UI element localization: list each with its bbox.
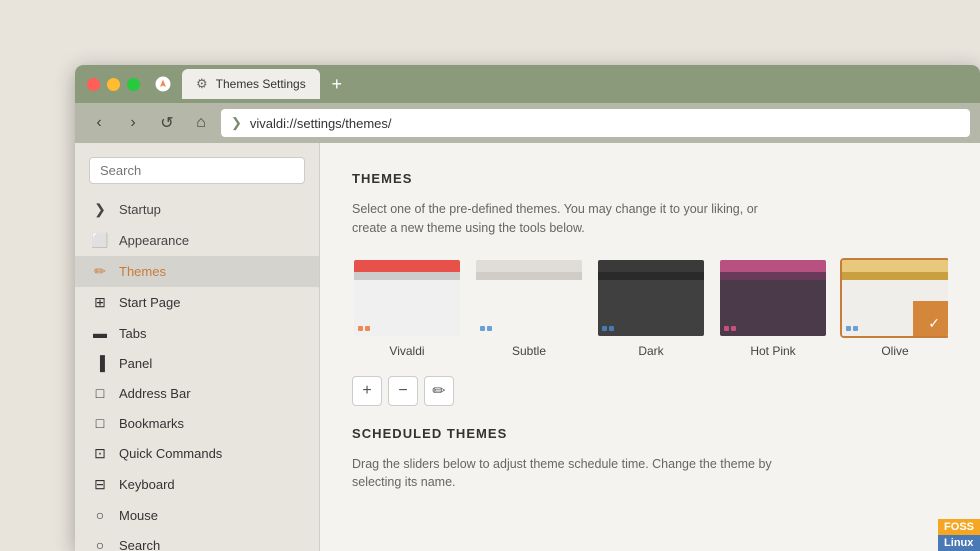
sidebar-item-label-quick-commands: Quick Commands <box>119 446 222 461</box>
theme-name-subtle: Subtle <box>512 344 546 358</box>
scheduled-section-desc: Drag the sliders below to adjust theme s… <box>352 455 948 493</box>
start-page-icon: ⊞ <box>91 294 109 311</box>
add-theme-button[interactable]: + <box>352 376 382 406</box>
theme-card-hotpink[interactable]: Hot Pink <box>718 258 828 358</box>
theme-preview-dark <box>596 258 706 338</box>
theme-preview-hotpink <box>718 258 828 338</box>
tab-bar: ⚙ Themes Settings + <box>182 69 968 99</box>
title-bar: ⚙ Themes Settings + <box>75 65 980 103</box>
sidebar-item-bookmarks[interactable]: □ Bookmarks <box>75 408 319 438</box>
back-button[interactable]: ‹ <box>85 109 113 137</box>
sidebar-item-mouse[interactable]: ○ Mouse <box>75 500 319 530</box>
bookmarks-icon: □ <box>91 415 109 431</box>
maximize-button[interactable] <box>127 78 140 91</box>
themes-section-title: THEMES <box>352 171 948 186</box>
sidebar-item-label-search: Search <box>119 538 160 551</box>
forward-button[interactable]: › <box>119 109 147 137</box>
theme-name-olive: Olive <box>881 344 908 358</box>
theme-name-hotpink: Hot Pink <box>750 344 795 358</box>
sidebar-item-themes[interactable]: ✏ Themes <box>75 256 319 287</box>
scheduled-section-title: SCHEDULED THEMES <box>352 426 948 441</box>
vivaldi-icon <box>154 75 172 93</box>
sidebar-item-start-page[interactable]: ⊞ Start Page <box>75 287 319 318</box>
content-area: THEMES Select one of the pre-defined the… <box>320 143 980 551</box>
vivaldi-address-icon: ❯ <box>231 115 242 131</box>
sidebar-item-address-bar[interactable]: □ Address Bar <box>75 378 319 408</box>
new-tab-button[interactable]: + <box>324 71 350 97</box>
theme-card-dark[interactable]: Dark <box>596 258 706 358</box>
settings-icon: ⚙ <box>196 76 208 92</box>
foss-top: FOSS <box>938 519 980 535</box>
address-bar[interactable]: ❯ vivaldi://settings/themes/ <box>221 109 970 137</box>
mouse-icon: ○ <box>91 507 109 523</box>
themes-grid: Vivaldi <box>352 258 948 358</box>
sidebar-item-label-keyboard: Keyboard <box>119 477 175 492</box>
panel-icon: ▐ <box>91 355 109 371</box>
theme-card-subtle[interactable]: Subtle <box>474 258 584 358</box>
search-nav-icon: ○ <box>91 537 109 551</box>
search-input[interactable] <box>89 157 305 184</box>
theme-name-vivaldi: Vivaldi <box>389 344 424 358</box>
minimize-button[interactable] <box>107 78 120 91</box>
tab-label: Themes Settings <box>216 77 306 91</box>
theme-card-olive[interactable]: ✓ Olive <box>840 258 948 358</box>
themes-icon: ✏ <box>91 263 109 280</box>
home-button[interactable]: ⌂ <box>187 109 215 137</box>
keyboard-icon: ⊟ <box>91 476 109 493</box>
sidebar-item-label-appearance: Appearance <box>119 233 189 248</box>
theme-name-dark: Dark <box>638 344 663 358</box>
sidebar-item-label-start-page: Start Page <box>119 295 180 310</box>
sidebar-item-appearance[interactable]: ⬜ Appearance <box>75 225 319 256</box>
sidebar-item-keyboard[interactable]: ⊟ Keyboard <box>75 469 319 500</box>
themes-section-desc: Select one of the pre-defined themes. Yo… <box>352 200 948 238</box>
sidebar-item-startup[interactable]: ❯ Startup <box>75 194 319 225</box>
foss-bottom: Linux <box>938 535 980 551</box>
sidebar-item-label-startup: Startup <box>119 202 161 217</box>
active-tab[interactable]: ⚙ Themes Settings <box>182 69 320 99</box>
reload-button[interactable]: ↺ <box>153 109 181 137</box>
sidebar-item-search[interactable]: ○ Search <box>75 530 319 551</box>
address-bar-icon: □ <box>91 385 109 401</box>
remove-theme-button[interactable]: − <box>388 376 418 406</box>
sidebar-item-label-tabs: Tabs <box>119 326 146 341</box>
theme-actions: + − ✏ <box>352 376 948 406</box>
sidebar: ❯ Startup ⬜ Appearance ✏ Themes ⊞ Start … <box>75 143 320 551</box>
edit-theme-button[interactable]: ✏ <box>424 376 454 406</box>
traffic-lights <box>87 78 140 91</box>
quick-commands-icon: ⊡ <box>91 445 109 462</box>
sidebar-item-label-panel: Panel <box>119 356 152 371</box>
nav-bar: ‹ › ↺ ⌂ ❯ vivaldi://settings/themes/ <box>75 103 980 143</box>
foss-badge: FOSS Linux <box>938 519 980 551</box>
close-button[interactable] <box>87 78 100 91</box>
theme-card-vivaldi[interactable]: Vivaldi <box>352 258 462 358</box>
tabs-icon: ▬ <box>91 325 109 341</box>
theme-preview-subtle <box>474 258 584 338</box>
theme-preview-vivaldi <box>352 258 462 338</box>
sidebar-item-panel[interactable]: ▐ Panel <box>75 348 319 378</box>
main-area: ❯ Startup ⬜ Appearance ✏ Themes ⊞ Start … <box>75 143 980 551</box>
search-container <box>75 153 319 194</box>
theme-preview-olive: ✓ <box>840 258 948 338</box>
sidebar-item-label-bookmarks: Bookmarks <box>119 416 184 431</box>
address-text: vivaldi://settings/themes/ <box>250 116 392 131</box>
sidebar-item-quick-commands[interactable]: ⊡ Quick Commands <box>75 438 319 469</box>
sidebar-item-label-address-bar: Address Bar <box>119 386 191 401</box>
appearance-icon: ⬜ <box>91 232 109 249</box>
sidebar-item-label-themes: Themes <box>119 264 166 279</box>
sidebar-item-label-mouse: Mouse <box>119 508 158 523</box>
startup-icon: ❯ <box>91 201 109 218</box>
sidebar-item-tabs[interactable]: ▬ Tabs <box>75 318 319 348</box>
browser-window: ⚙ Themes Settings + ‹ › ↺ ⌂ ❯ vivaldi://… <box>75 65 980 551</box>
